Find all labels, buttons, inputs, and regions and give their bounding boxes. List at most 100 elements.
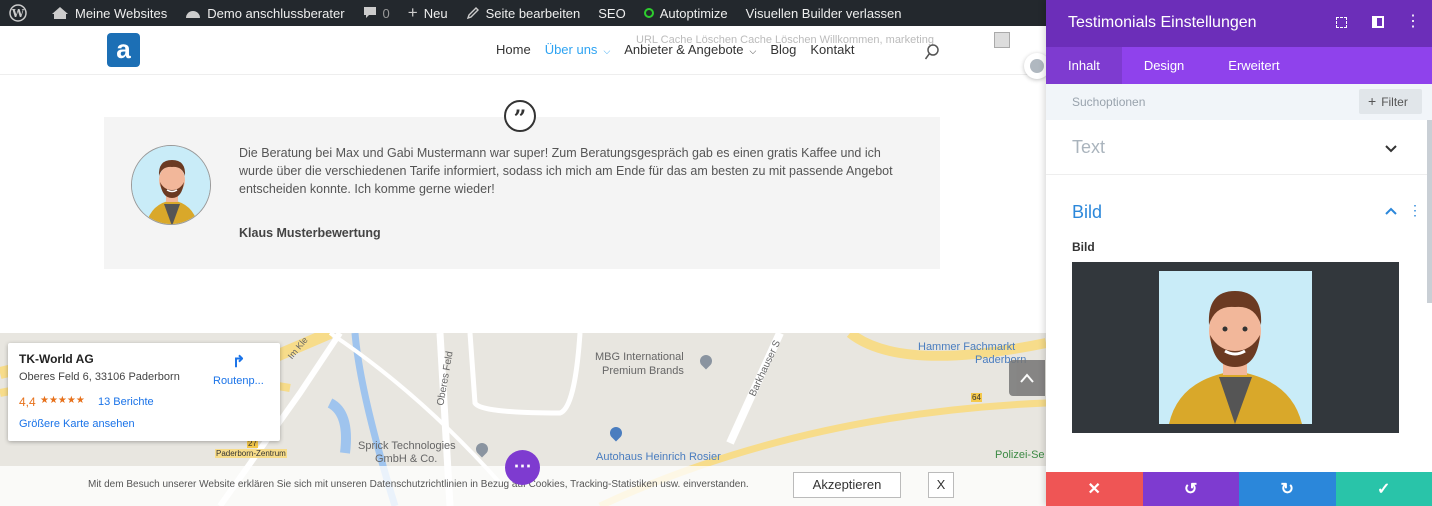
exit-builder-link[interactable]: Visuellen Builder verlassen	[737, 0, 911, 26]
chevron-down-icon: ⌵	[603, 46, 611, 56]
place-rating: 4,4	[19, 395, 36, 409]
map-info-card: TK-World AG Oberes Feld 6, 33106 Paderbo…	[8, 343, 280, 441]
seo-menu[interactable]: SEO	[589, 0, 634, 26]
my-sites-menu[interactable]: Meine Websites	[42, 0, 176, 26]
bild-field-label: Bild	[1072, 240, 1095, 254]
redo-icon: ↻	[1280, 481, 1294, 498]
map-label: Paderborn-Zentrum	[215, 449, 287, 458]
dashboard-icon	[186, 11, 201, 18]
split-view-icon[interactable]	[1372, 16, 1384, 28]
road-shield: 64	[971, 393, 982, 402]
cookie-close-button[interactable]: X	[928, 472, 954, 498]
tab-design[interactable]: Design	[1122, 47, 1206, 84]
nav-anbieter-label: Anbieter & Angebote	[624, 42, 744, 57]
cookie-text: Mit dem Besuch unserer Website erklären …	[88, 479, 749, 490]
site-menu[interactable]: Demo anschlussberater	[176, 0, 353, 26]
fullscreen-icon[interactable]	[1336, 17, 1347, 28]
bigger-map-link[interactable]: Größere Karte ansehen	[19, 418, 135, 430]
plus-icon: +	[1368, 93, 1377, 109]
chevron-down-icon: ⌵	[749, 46, 757, 56]
chevron-up-icon	[1020, 373, 1034, 383]
plus-icon: +	[407, 3, 418, 22]
tab-erweitert[interactable]: Erweitert	[1206, 47, 1301, 84]
comment-icon	[363, 7, 376, 18]
globe-icon	[1030, 59, 1044, 73]
cancel-button[interactable]: ✕	[1046, 472, 1143, 506]
section-text-title: Text	[1072, 137, 1106, 157]
site-header: a URL Cache Löschen Cache Löschen Willko…	[0, 26, 1046, 75]
map-label: Hammer Fachmarkt	[918, 341, 1016, 353]
nav-home[interactable]: Home	[496, 42, 531, 57]
nav-ueber-uns[interactable]: Über uns ⌵	[545, 42, 611, 57]
status-circle-icon	[643, 8, 654, 18]
svg-text:W: W	[11, 7, 25, 20]
directions-icon: ↱	[232, 354, 246, 371]
section-bild-title[interactable]: Bild	[1072, 202, 1102, 223]
comments-count: 0	[382, 5, 390, 21]
route-button[interactable]: ↱ Routenp...	[210, 355, 270, 395]
filter-label: Filter	[1381, 95, 1408, 109]
check-icon: ✓	[1377, 481, 1391, 498]
new-label: Neu	[423, 5, 448, 21]
cookie-accept-button[interactable]: Akzeptieren	[793, 472, 901, 498]
place-name: TK-World AG	[19, 352, 94, 366]
nav-anbieter[interactable]: Anbieter & Angebote ⌵	[624, 42, 756, 57]
section-bild: Bild ⋮ Bild	[1046, 176, 1432, 472]
uploaded-image	[1159, 271, 1312, 424]
my-sites-label: Meine Websites	[75, 5, 168, 21]
map-label: Sprick Technologies	[358, 440, 456, 452]
pencil-icon	[466, 7, 479, 20]
panel-scrollbar[interactable]	[1427, 120, 1432, 303]
wordpress-logo-icon[interactable]: W	[0, 0, 42, 26]
tab-inhalt[interactable]: Inhalt	[1046, 47, 1122, 84]
filter-button[interactable]: + Filter	[1359, 89, 1422, 114]
user-avatar	[994, 32, 1010, 48]
star-rating-icon: ★★★★★	[40, 395, 85, 406]
nav-blog[interactable]: Blog	[770, 42, 796, 57]
search-options-input[interactable]: Suchoptionen	[1072, 95, 1145, 109]
new-menu[interactable]: + Neu	[399, 0, 457, 26]
map-label: MBG International	[595, 351, 684, 363]
dots-icon: ⋯	[513, 456, 532, 476]
map-label: Polizei-Se	[995, 449, 1045, 461]
edit-page-label: Seite bearbeiten	[485, 5, 581, 21]
builder-more-button[interactable]: ⋯	[505, 450, 540, 485]
nav-kontakt[interactable]: Kontakt	[810, 42, 854, 57]
main-navigation: Home Über uns ⌵ Anbieter & Angebote ⌵ Blog…	[496, 42, 868, 57]
panel-tabs: Inhalt Design Erweitert	[1046, 47, 1432, 84]
section-more-icon[interactable]: ⋮	[1408, 202, 1422, 219]
nav-ueber-uns-label: Über uns	[544, 42, 598, 57]
panel-footer: ✕ ↺ ↻ ✓	[1046, 472, 1432, 506]
autoptimize-label: Autoptimize	[659, 5, 728, 21]
map-label: Autohaus Heinrich Rosier	[596, 451, 721, 463]
search-icon[interactable]	[924, 44, 940, 62]
chevron-down-icon	[1385, 145, 1397, 153]
undo-icon: ↺	[1184, 481, 1198, 498]
site-logo[interactable]: a	[107, 33, 140, 67]
redo-button[interactable]: ↻	[1239, 472, 1336, 506]
place-address: Oberes Feld 6, 33106 Paderborn	[19, 371, 180, 383]
panel-search-bar: Suchoptionen + Filter	[1046, 84, 1432, 120]
testimonial-text: Die Beratung bei Max und Gabi Mustermann…	[239, 146, 893, 196]
site-name: Demo anschlussberater	[207, 5, 345, 21]
more-options-icon[interactable]: ⋮	[1405, 12, 1421, 32]
back-to-top-button[interactable]	[1009, 360, 1045, 396]
panel-title: Testimonials Einstellungen	[1068, 14, 1257, 31]
quote-icon: ”	[504, 100, 536, 132]
comments-menu[interactable]: 0	[354, 0, 399, 26]
undo-button[interactable]: ↺	[1142, 472, 1239, 506]
admin-bar: W Meine Websites Demo anschlussberater 0…	[0, 0, 1046, 26]
testimonial-author: Klaus Musterbewertung	[239, 226, 381, 240]
exit-builder-label: Visuellen Builder verlassen	[745, 5, 902, 21]
section-text[interactable]: Text	[1046, 120, 1432, 175]
route-label: Routenp...	[213, 375, 264, 387]
edit-page-link[interactable]: Seite bearbeiten	[457, 0, 590, 26]
save-button[interactable]: ✓	[1335, 472, 1432, 506]
chevron-up-icon[interactable]	[1385, 207, 1397, 215]
reviews-link[interactable]: 13 Berichte	[98, 396, 154, 408]
image-upload-preview[interactable]	[1072, 262, 1399, 433]
testimonial-card[interactable]: Die Beratung bei Max und Gabi Mustermann…	[104, 117, 940, 269]
map-label: Premium Brands	[602, 365, 684, 377]
house-icon	[52, 7, 68, 19]
autoptimize-menu[interactable]: Autoptimize	[635, 0, 737, 26]
